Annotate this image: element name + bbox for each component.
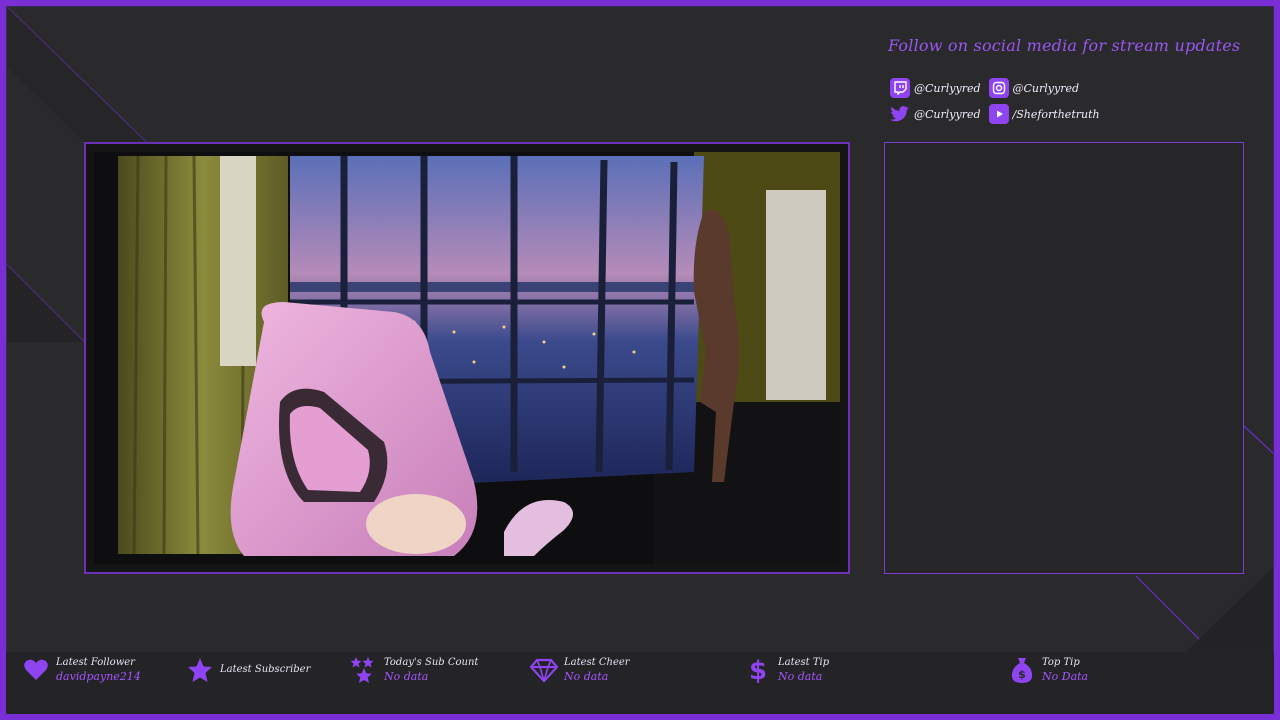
stat-todays-sub-count: Today's Sub Count No data: [350, 656, 478, 684]
stat-value: No data: [564, 670, 609, 683]
stat-latest-subscriber: Latest Subscriber: [186, 656, 310, 684]
stat-label: Latest Tip: [778, 657, 830, 668]
stat-latest-cheer: Latest Cheer No data: [530, 656, 630, 684]
stat-value: No data: [384, 670, 429, 683]
social-row-1: @Curlyyred @Curlyyred: [890, 78, 1083, 98]
webcam-feed: [94, 152, 840, 564]
heart-icon: [22, 656, 50, 684]
stat-label: Latest Follower: [56, 657, 135, 668]
instagram-icon[interactable]: [988, 78, 1009, 98]
youtube-icon[interactable]: [988, 104, 1009, 124]
side-panel: [884, 142, 1244, 574]
instagram-handle[interactable]: @Curlyyred: [1013, 82, 1080, 95]
webcam-scene: [94, 152, 840, 564]
star-icon: [186, 656, 214, 684]
webcam-frame: [84, 142, 850, 574]
money-bag-icon: $: [1008, 656, 1036, 684]
svg-text:$: $: [749, 656, 767, 684]
stat-value: davidpayne214: [56, 670, 141, 683]
twitter-handle[interactable]: @Curlyyred: [914, 108, 981, 121]
stat-top-tip: $ Top Tip No Data: [1008, 656, 1088, 684]
twitch-icon[interactable]: [890, 78, 910, 98]
svg-text:$: $: [1018, 668, 1026, 681]
social-row-2: @Curlyyred /Sheforthetruth: [890, 104, 1104, 124]
stat-value: No Data: [1042, 670, 1089, 683]
twitch-handle[interactable]: @Curlyyred: [914, 82, 981, 95]
stat-label: Latest Cheer: [564, 657, 630, 668]
youtube-handle[interactable]: /Sheforthetruth: [1013, 108, 1100, 121]
dollar-icon: $: [744, 656, 772, 684]
stars-icon: [350, 656, 378, 684]
stat-latest-follower: Latest Follower davidpayne214: [22, 656, 141, 684]
twitter-icon[interactable]: [890, 104, 910, 124]
stat-label: Today's Sub Count: [384, 657, 479, 668]
diamond-icon: [530, 656, 558, 684]
social-title: Follow on social media for stream update…: [888, 36, 1241, 55]
stat-label: Latest Subscriber: [220, 663, 311, 675]
stat-value: No data: [778, 670, 823, 683]
stat-latest-tip: $ Latest Tip No data: [744, 656, 829, 684]
stat-label: Top Tip: [1042, 657, 1080, 668]
